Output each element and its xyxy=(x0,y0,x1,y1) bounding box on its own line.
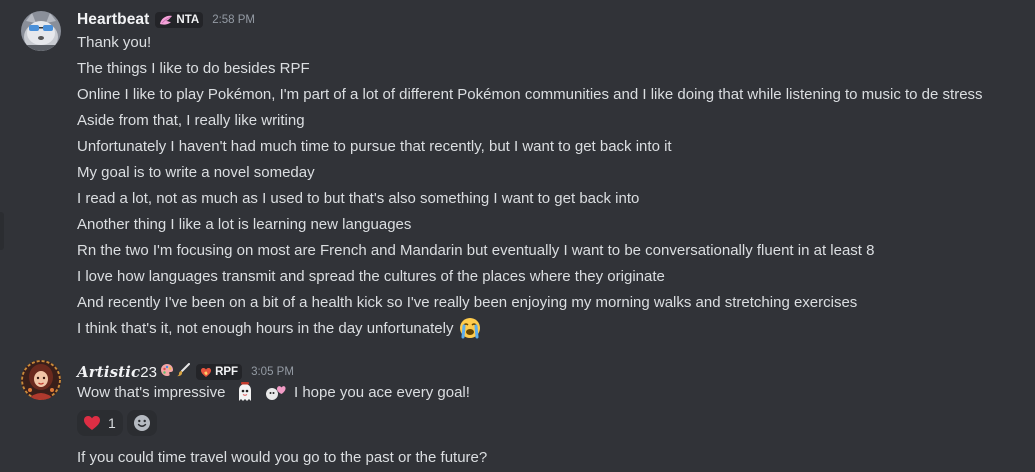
avatar-artistic23[interactable] xyxy=(21,360,61,400)
message-line-with-emoji: Wow that's impressive I hope you ace eve… xyxy=(77,381,470,404)
message-line: Rn the two I'm focusing on most are Fren… xyxy=(77,242,875,259)
message-text: Wow that's impressive xyxy=(77,384,226,401)
message-line: I love how languages transmit and spread… xyxy=(77,268,665,285)
message-text: I hope you ace every goal! xyxy=(293,384,470,401)
timestamp[interactable]: 3:05 PM xyxy=(251,366,294,378)
reaction-bar: 1 xyxy=(77,410,157,436)
red-heart-icon xyxy=(83,415,101,431)
server-tag[interactable]: RPF xyxy=(196,364,243,380)
message-header: Heartbeat NTA 2:58 PM xyxy=(77,9,255,31)
username-suffix: 23 xyxy=(140,364,158,381)
name-decorations xyxy=(160,362,191,382)
message-line: And recently I've been on a bit of a hea… xyxy=(77,294,858,311)
custom-heart-emoji-icon[interactable] xyxy=(264,381,286,403)
heart-fire-icon xyxy=(200,366,212,378)
scrollbar-handle[interactable] xyxy=(0,212,4,250)
message-header: 𝑨𝒓𝒕𝒊𝒔𝒕𝒊𝒄23 RPF 3:05 PM xyxy=(77,361,294,383)
message-line-with-emoji: I think that's it, not enough hours in t… xyxy=(77,317,482,340)
server-tag[interactable]: NTA xyxy=(155,12,204,28)
loudly-crying-face-icon[interactable] xyxy=(458,317,482,339)
message-line: Unfortunately I haven't had much time to… xyxy=(77,138,672,155)
add-reaction-button[interactable] xyxy=(127,410,157,436)
username[interactable]: Heartbeat xyxy=(77,11,149,29)
custom-ghost-emoji-icon[interactable] xyxy=(234,381,256,403)
username-styled: 𝑨𝒓𝒕𝒊𝒔𝒕𝒊𝒄 xyxy=(77,363,141,381)
server-tag-label: NTA xyxy=(176,14,200,26)
message-line: I read a lot, not as much as I used to b… xyxy=(77,190,640,207)
paintbrush-icon xyxy=(176,362,191,382)
add-emoji-icon xyxy=(133,414,151,432)
timestamp[interactable]: 2:58 PM xyxy=(212,14,255,26)
message-text: I think that's it, not enough hours in t… xyxy=(77,320,454,337)
message-line: Thank you! xyxy=(77,34,152,51)
message-line: The things I like to do besides RPF xyxy=(77,60,310,77)
message-line: If you could time travel would you go to… xyxy=(77,449,488,466)
palette-icon xyxy=(160,363,174,382)
reaction-count: 1 xyxy=(108,415,116,431)
message-line: Another thing I like a lot is learning n… xyxy=(77,216,412,233)
username[interactable]: 𝑨𝒓𝒕𝒊𝒔𝒕𝒊𝒄23 xyxy=(77,363,157,381)
wing-icon xyxy=(159,15,173,26)
server-tag-label: RPF xyxy=(215,366,239,378)
message-line: Aside from that, I really like writing xyxy=(77,112,305,129)
avatar-heartbeat[interactable] xyxy=(21,11,61,51)
message-line: My goal is to write a novel someday xyxy=(77,164,315,181)
reaction-red-heart[interactable]: 1 xyxy=(77,410,123,436)
message-line: Online I like to play Pokémon, I'm part … xyxy=(77,86,983,103)
